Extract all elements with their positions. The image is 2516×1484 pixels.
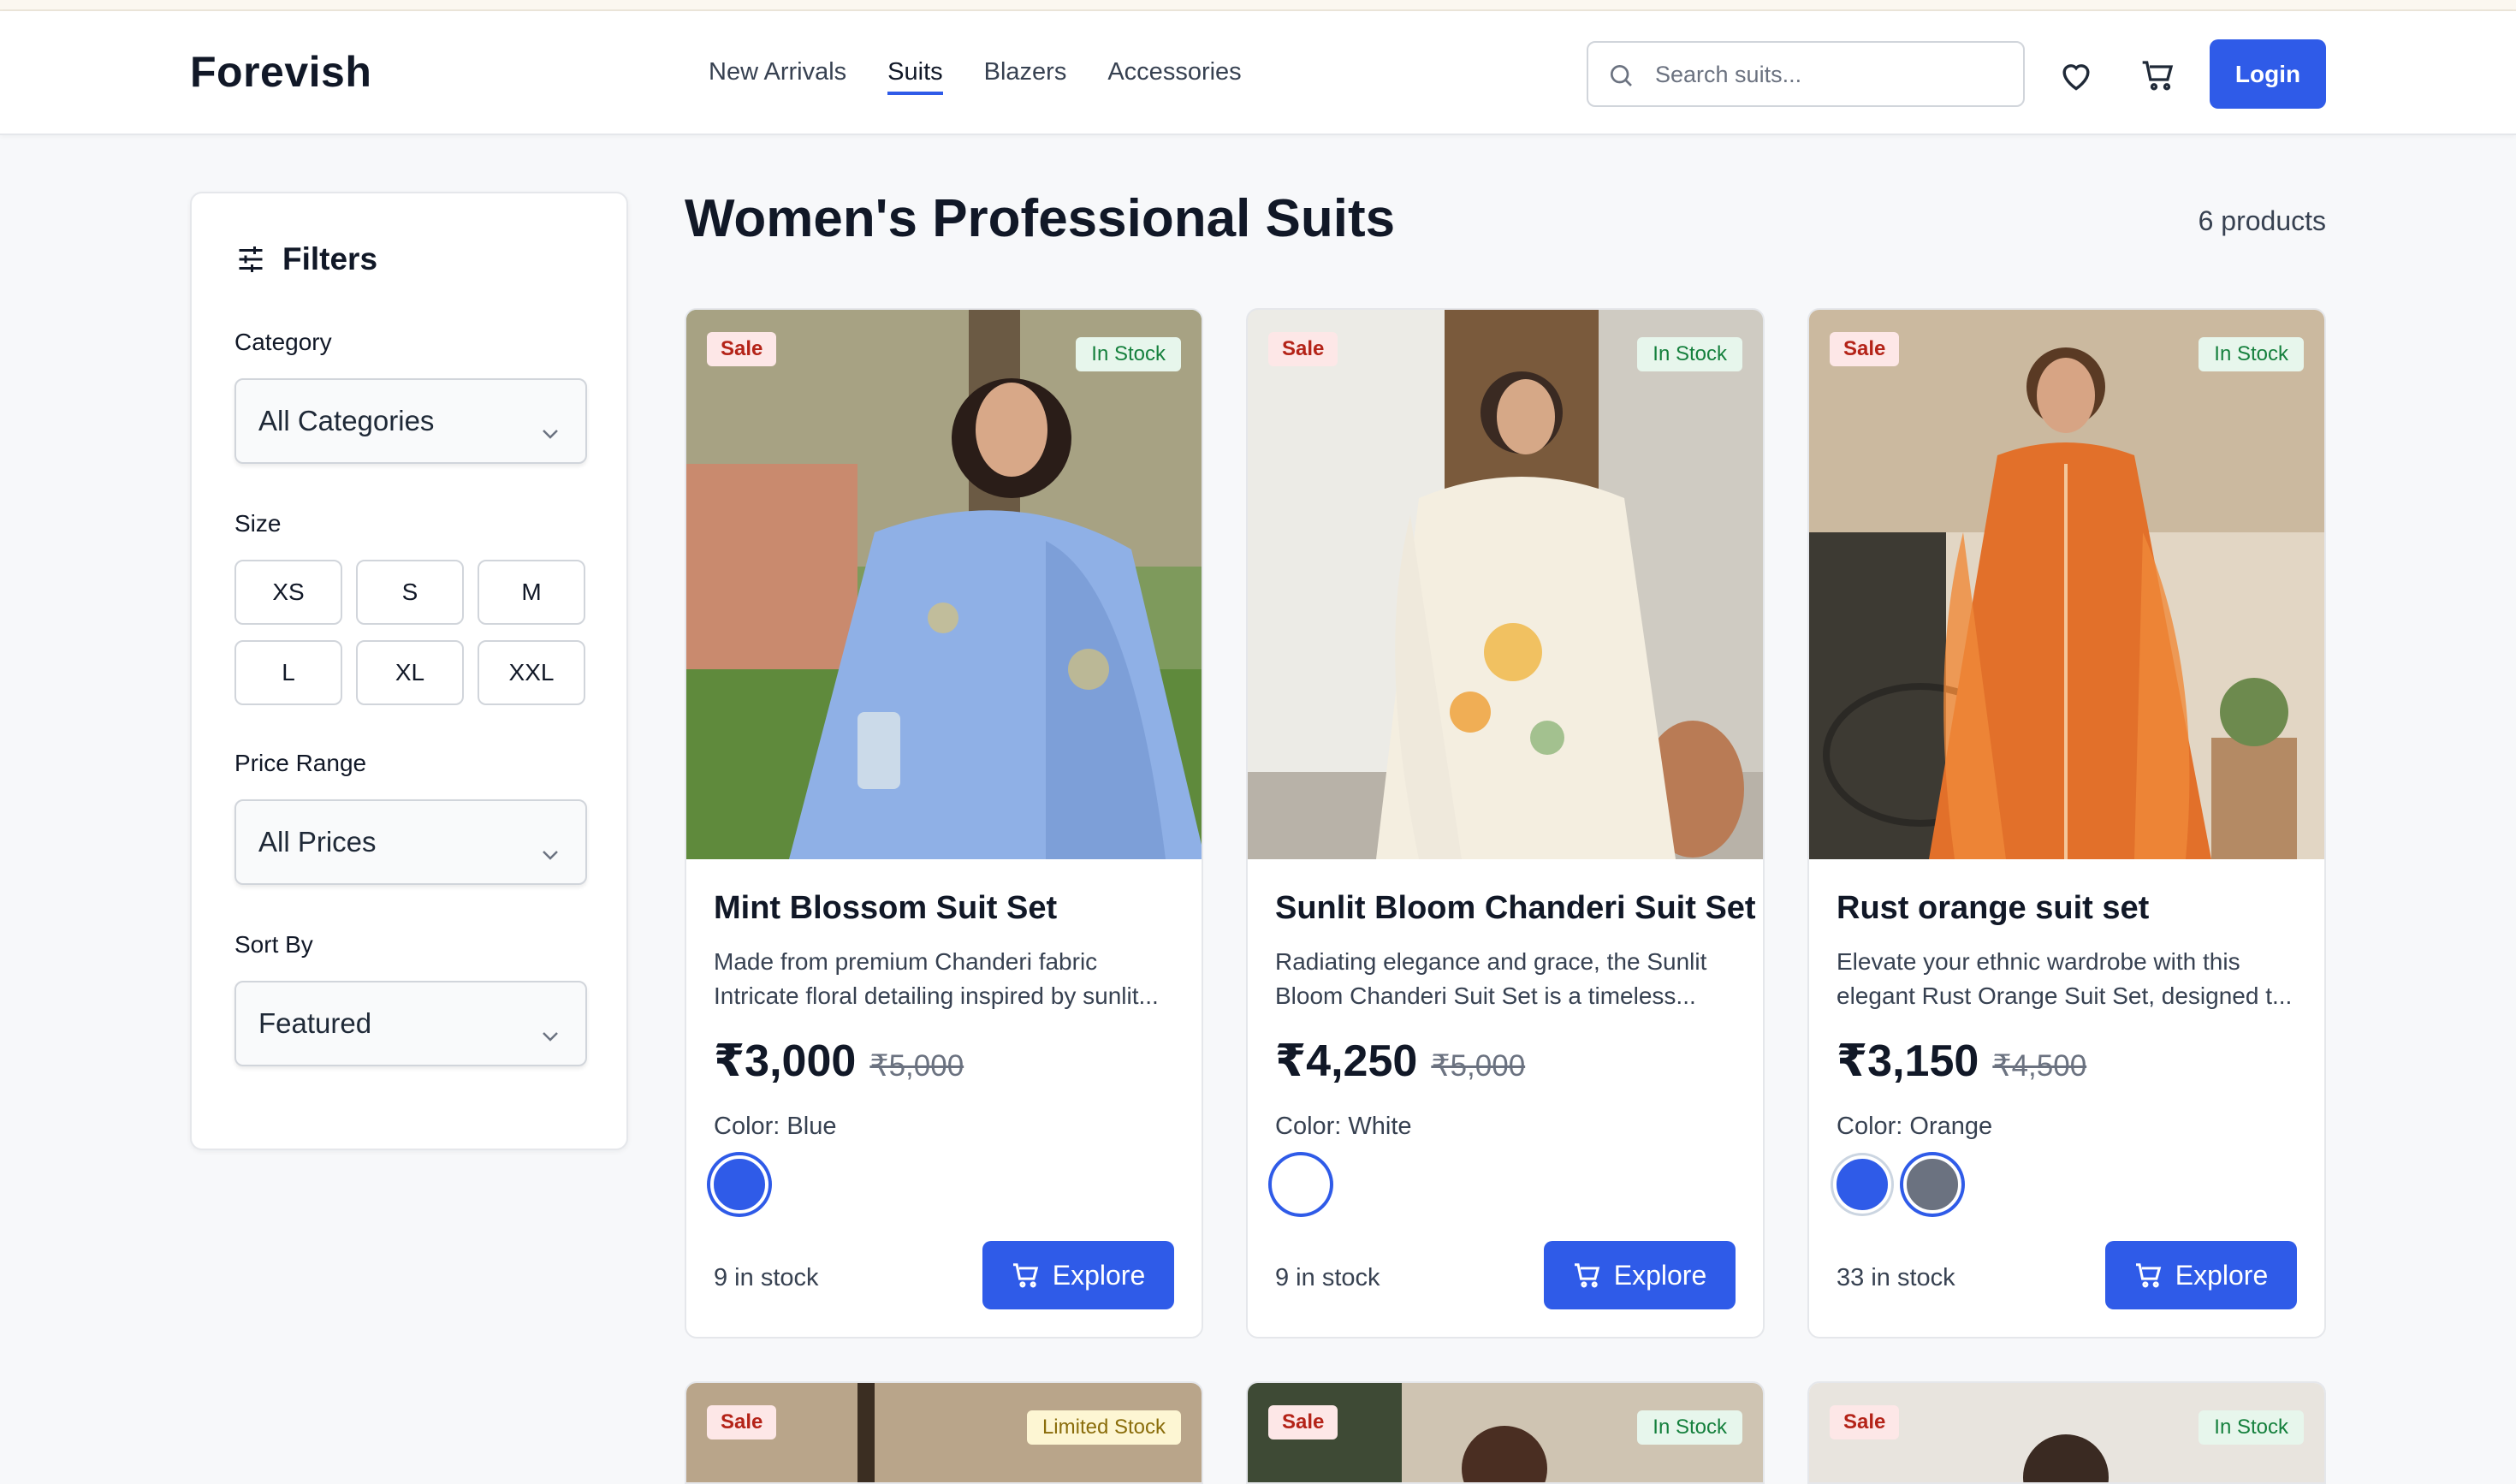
sale-badge: Sale	[707, 1405, 777, 1439]
explore-button[interactable]: Explore	[1544, 1241, 1736, 1309]
original-price: ₹4,500	[1992, 1049, 2087, 1083]
stock-badge: In Stock	[1637, 337, 1742, 371]
cart-icon[interactable]	[2138, 57, 2179, 93]
stock-badge: In Stock	[2199, 1410, 2304, 1445]
stock-count: 33 in stock	[1837, 1264, 1955, 1291]
size-label: Size	[234, 510, 282, 537]
current-price: ₹3,150	[1837, 1036, 1979, 1086]
size-s[interactable]: S	[356, 560, 464, 625]
explore-button[interactable]: Explore	[2105, 1241, 2297, 1309]
original-price: ₹5,000	[1431, 1049, 1526, 1083]
nav-blazers[interactable]: Blazers	[984, 58, 1067, 95]
size-xxl[interactable]: XXL	[478, 640, 585, 705]
stock-count: 9 in stock	[1275, 1264, 1380, 1291]
product-color: Color: White	[1275, 1113, 1412, 1140]
product-count: 6 products	[2198, 205, 2326, 236]
product-color: Color: Orange	[1837, 1113, 1993, 1140]
chevron-down-icon	[541, 414, 560, 447]
filters-title: Filters	[282, 241, 378, 276]
sale-badge: Sale	[1830, 332, 1900, 366]
sale-badge: Sale	[1268, 1405, 1338, 1439]
top-strip	[0, 0, 2516, 11]
category-label: Category	[234, 329, 332, 355]
sort-by-label: Sort By	[234, 931, 313, 958]
search-input[interactable]	[1655, 53, 2006, 96]
sale-badge: Sale	[707, 332, 777, 366]
stock-badge: In Stock	[2199, 337, 2304, 371]
stock-count: 9 in stock	[714, 1264, 819, 1291]
current-price: ₹4,250	[1275, 1036, 1418, 1086]
product-price: ₹3,000 ₹5,000	[714, 1036, 964, 1087]
size-options: XS S M L XL XXL	[234, 560, 589, 705]
product-price: ₹3,150 ₹4,500	[1837, 1036, 2086, 1087]
filters-heading: Filters	[234, 241, 377, 277]
size-l[interactable]: L	[234, 640, 342, 705]
swatch-gray[interactable]	[1903, 1155, 1961, 1214]
product-color: Color: Blue	[714, 1113, 837, 1140]
product-description: Radiating elegance and grace, the Sunlit…	[1275, 948, 1707, 1009]
product-image[interactable]	[1809, 310, 2324, 859]
size-xl[interactable]: XL	[356, 640, 464, 705]
swatch-white[interactable]	[1272, 1155, 1330, 1214]
sort-by-value: Featured	[258, 1007, 372, 1039]
product-description: Elevate your ethnic wardrobe with this e…	[1837, 948, 2293, 1009]
product-card[interactable]: Sale In Stock	[1246, 1381, 1765, 1484]
cart-icon	[1012, 1262, 1041, 1288]
product-image[interactable]	[686, 310, 1202, 859]
login-button[interactable]: Login	[2210, 39, 2326, 109]
stock-badge: Limited Stock	[1026, 1410, 1181, 1445]
category-select[interactable]: All Categories	[234, 378, 587, 464]
product-card[interactable]: Sale In Stock Mint Blossom Suit Set Made…	[685, 308, 1203, 1339]
price-range-label: Price Range	[234, 750, 367, 776]
sale-badge: Sale	[1830, 1405, 1900, 1439]
product-name[interactable]: Rust orange suit set	[1837, 890, 2149, 927]
search-box	[1587, 41, 2025, 107]
swatch-blue[interactable]	[1833, 1155, 1891, 1214]
nav-new-arrivals[interactable]: New Arrivals	[709, 58, 846, 95]
filters-panel: Filters Category All Categories Size XS …	[190, 192, 628, 1150]
product-card[interactable]: Sale In Stock Rust orange suit set Eleva…	[1807, 308, 2326, 1339]
chevron-down-icon	[541, 1017, 560, 1049]
size-m[interactable]: M	[478, 560, 585, 625]
color-swatches	[1272, 1155, 1330, 1214]
product-description: Made from premium Chanderi fabric Intric…	[714, 948, 1159, 1009]
stock-badge: In Stock	[1637, 1410, 1742, 1445]
cart-icon	[1573, 1262, 1602, 1288]
original-price: ₹5,000	[869, 1049, 964, 1083]
product-name[interactable]: Mint Blossom Suit Set	[714, 890, 1057, 927]
price-range-value: All Prices	[258, 826, 377, 858]
main-nav: New Arrivals Suits Blazers Accessories	[709, 58, 1242, 95]
sort-by-select[interactable]: Featured	[234, 981, 587, 1066]
price-range-select[interactable]: All Prices	[234, 799, 587, 885]
page-title: Women's Professional Suits	[685, 189, 1396, 248]
current-price: ₹3,000	[714, 1036, 857, 1086]
site-header: Forevish New Arrivals Suits Blazers Acce…	[0, 11, 2516, 135]
product-card[interactable]: Sale Limited Stock	[685, 1381, 1203, 1484]
product-name[interactable]: Sunlit Bloom Chanderi Suit Set	[1275, 890, 1756, 927]
explore-label: Explore	[2175, 1259, 2269, 1291]
filters-sliders-icon	[234, 244, 267, 275]
product-card[interactable]: Sale In Stock	[1807, 1381, 2326, 1484]
category-value: All Categories	[258, 405, 435, 436]
chevron-down-icon	[541, 835, 560, 868]
swatch-blue[interactable]	[710, 1155, 768, 1214]
cart-icon	[2134, 1262, 2163, 1288]
product-image[interactable]	[1248, 310, 1763, 859]
brand-logo[interactable]: Forevish	[190, 47, 371, 97]
search-icon	[1607, 62, 1635, 93]
wishlist-heart-icon[interactable]	[2056, 57, 2097, 93]
product-price: ₹4,250 ₹5,000	[1275, 1036, 1525, 1087]
explore-button[interactable]: Explore	[982, 1241, 1174, 1309]
explore-label: Explore	[1613, 1259, 1707, 1291]
nav-accessories[interactable]: Accessories	[1107, 58, 1241, 95]
color-swatches	[710, 1155, 768, 1214]
stock-badge: In Stock	[1076, 337, 1181, 371]
nav-suits[interactable]: Suits	[887, 58, 943, 95]
explore-label: Explore	[1052, 1259, 1146, 1291]
size-xs[interactable]: XS	[234, 560, 342, 625]
sale-badge: Sale	[1268, 332, 1338, 366]
color-swatches	[1833, 1155, 1961, 1214]
product-card[interactable]: Sale In Stock Sunlit Bloom Chanderi Suit…	[1246, 308, 1765, 1339]
